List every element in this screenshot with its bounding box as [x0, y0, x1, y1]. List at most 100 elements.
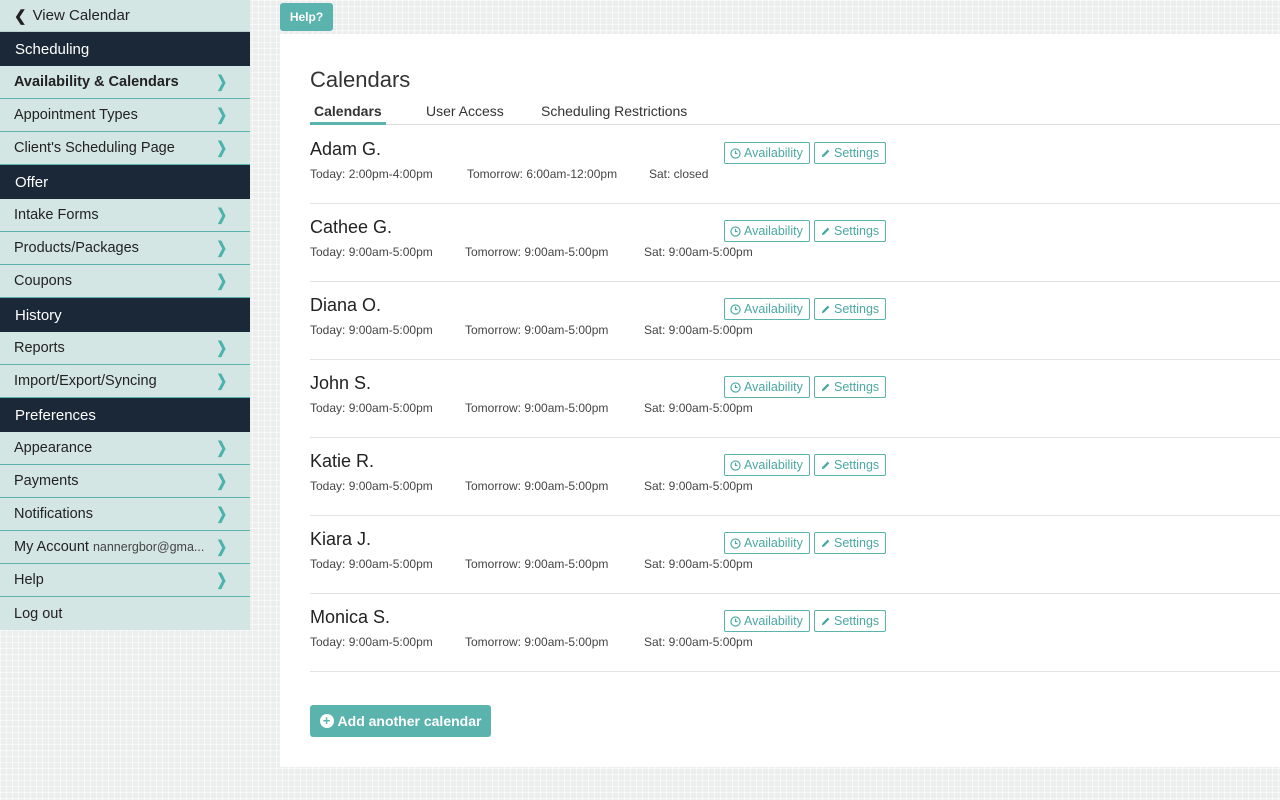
pencil-icon: [820, 616, 834, 627]
settings-button[interactable]: Settings: [814, 454, 886, 476]
calendar-name: Monica S.: [310, 607, 391, 627]
hours-today: Today: 9:00am-5:00pm: [310, 635, 433, 649]
sidebar-item-label: Reports: [14, 340, 65, 356]
add-calendar-button[interactable]: + Add another calendar: [310, 705, 491, 737]
sidebar-item-label-wrap: Help: [14, 572, 44, 588]
sidebar-item-products-packages[interactable]: Products/Packages ❯: [0, 232, 250, 265]
sidebar-item-appearance[interactable]: Appearance ❯: [0, 432, 250, 465]
settings-button[interactable]: Settings: [814, 532, 886, 554]
chevron-right-icon: ❯: [215, 473, 227, 490]
sidebar-item-label: Intake Forms: [14, 207, 99, 223]
clock-icon: [730, 459, 744, 471]
hours-saturday: Sat: 9:00am-5:00pm: [644, 323, 753, 337]
chevron-right-icon: ❯: [215, 440, 227, 457]
availability-label: Availability: [744, 302, 803, 316]
sidebar-item-appointment-types[interactable]: Appointment Types ❯: [0, 99, 250, 132]
sidebar-item-import-export-syncing[interactable]: Import/Export/Syncing ❯: [0, 365, 250, 398]
sidebar-item-label-wrap: Reports: [14, 340, 65, 356]
hours-tomorrow: Tomorrow: 6:00am-12:00pm: [467, 167, 618, 181]
sidebar-item-label-wrap: Notifications: [14, 506, 93, 522]
sidebar-item-coupons[interactable]: Coupons ❯: [0, 265, 250, 298]
availability-button[interactable]: Availability: [724, 220, 810, 242]
sidebar-item-label: Appointment Types: [14, 107, 138, 123]
account-email: nannergbor@gma...: [92, 540, 205, 554]
sidebar-item-client-s-scheduling-page[interactable]: Client's Scheduling Page ❯: [0, 132, 250, 165]
availability-button[interactable]: Availability: [724, 532, 810, 554]
sidebar-item-label-wrap: Intake Forms: [14, 207, 99, 223]
availability-button[interactable]: Availability: [724, 454, 810, 476]
sidebar-item-log-out[interactable]: Log out: [0, 597, 250, 630]
settings-label: Settings: [834, 224, 880, 238]
chevron-right-icon: ❯: [215, 107, 227, 124]
tab-user-access[interactable]: User Access: [422, 103, 508, 125]
availability-button[interactable]: Availability: [724, 142, 810, 164]
calendar-row: Kiara J. Today: 9:00am-5:00pm Tomorrow: 9:…: [310, 516, 1280, 594]
sidebar-item-label-wrap: Availability & Calendars: [14, 74, 179, 90]
chevron-right-icon: ❯: [215, 74, 227, 91]
chevron-right-icon: ❯: [215, 273, 227, 290]
chevron-right-icon: ❯: [215, 572, 227, 589]
chevron-right-icon: ❯: [215, 539, 227, 556]
settings-button[interactable]: Settings: [814, 376, 886, 398]
hours-today: Today: 9:00am-5:00pm: [310, 401, 433, 415]
hours-saturday: Sat: 9:00am-5:00pm: [644, 557, 753, 571]
hours-today: Today: 9:00am-5:00pm: [310, 479, 433, 493]
sidebar-item-my-account[interactable]: My Account nannergbor@gma... ❯: [0, 531, 250, 564]
calendar-row: John S. Today: 9:00am-5:00pm Tomorrow: 9:0…: [310, 360, 1280, 438]
availability-button[interactable]: Availability: [724, 610, 810, 632]
settings-button[interactable]: Settings: [814, 220, 886, 242]
sidebar-item-label-wrap: My Account nannergbor@gma...: [14, 539, 204, 555]
hours-today: Today: 2:00pm-4:00pm: [310, 167, 433, 181]
sidebar-item-label-wrap: Import/Export/Syncing: [14, 373, 157, 389]
sidebar-item-label: Appearance: [14, 440, 93, 456]
help-button[interactable]: Help?: [280, 3, 333, 31]
settings-button[interactable]: Settings: [814, 298, 886, 320]
calendar-name: Cathee G.: [310, 217, 393, 237]
settings-label: Settings: [834, 614, 880, 628]
sidebar-item-notifications[interactable]: Notifications ❯: [0, 498, 250, 531]
page-title: Calendars: [310, 67, 411, 92]
hours-saturday: Sat: 9:00am-5:00pm: [644, 401, 753, 415]
sidebar-item-label-wrap: Appointment Types: [14, 107, 138, 123]
pencil-icon: [820, 226, 834, 237]
availability-button[interactable]: Availability: [724, 376, 810, 398]
availability-label: Availability: [744, 458, 803, 472]
pencil-icon: [820, 304, 834, 315]
sidebar-item-availability-calendars[interactable]: Availability & Calendars ❯: [0, 66, 250, 99]
settings-label: Settings: [834, 536, 880, 550]
settings-button[interactable]: Settings: [814, 142, 886, 164]
sidebar-item-reports[interactable]: Reports ❯: [0, 332, 250, 365]
calendar-row: Diana O. Today: 9:00am-5:00pm Tomorrow: 9:…: [310, 282, 1280, 360]
sidebar-item-intake-forms[interactable]: Intake Forms ❯: [0, 199, 250, 232]
hours-saturday: Sat: 9:00am-5:00pm: [644, 635, 753, 649]
calendar-name: Adam G.: [310, 139, 382, 159]
settings-button[interactable]: Settings: [814, 610, 886, 632]
tab-calendars[interactable]: Calendars: [310, 103, 386, 125]
calendar-name: Diana O.: [310, 295, 382, 315]
pencil-icon: [820, 382, 834, 393]
sidebar-item-label-wrap: Coupons: [14, 273, 72, 289]
hours-saturday: Sat: closed: [649, 167, 709, 181]
hours-today: Today: 9:00am-5:00pm: [310, 245, 433, 259]
view-calendar-label: View Calendar: [32, 7, 130, 24]
sidebar-item-label: Import/Export/Syncing: [14, 373, 157, 389]
view-calendar-link[interactable]: ❮ View Calendar: [0, 0, 250, 32]
sidebar-item-label: Notifications: [14, 506, 93, 522]
chevron-right-icon: ❯: [215, 506, 227, 523]
sidebar-item-label: My Account: [14, 539, 89, 555]
chevron-right-icon: ❯: [215, 340, 227, 357]
sidebar-item-label: Client's Scheduling Page: [14, 140, 175, 156]
sidebar-item-help[interactable]: Help ❯: [0, 564, 250, 597]
sidebar-section-history: History: [0, 298, 250, 332]
sidebar-item-payments[interactable]: Payments ❯: [0, 465, 250, 498]
availability-button[interactable]: Availability: [724, 298, 810, 320]
add-calendar-label: Add another calendar: [337, 713, 482, 729]
pencil-icon: [820, 460, 834, 471]
hours-tomorrow: Tomorrow: 9:00am-5:00pm: [465, 245, 609, 259]
sidebar-section-preferences: Preferences: [0, 398, 250, 432]
sidebar-item-label-wrap: Products/Packages: [14, 240, 139, 256]
calendar-row: Katie R. Today: 9:00am-5:00pm Tomorrow: 9:…: [310, 438, 1280, 516]
clock-icon: [730, 381, 744, 393]
tab-scheduling-restrictions[interactable]: Scheduling Restrictions: [537, 103, 691, 125]
calendar-row: Adam G. Today: 2:00pm-4:00pm Tomorrow: 6:0…: [310, 126, 1280, 204]
